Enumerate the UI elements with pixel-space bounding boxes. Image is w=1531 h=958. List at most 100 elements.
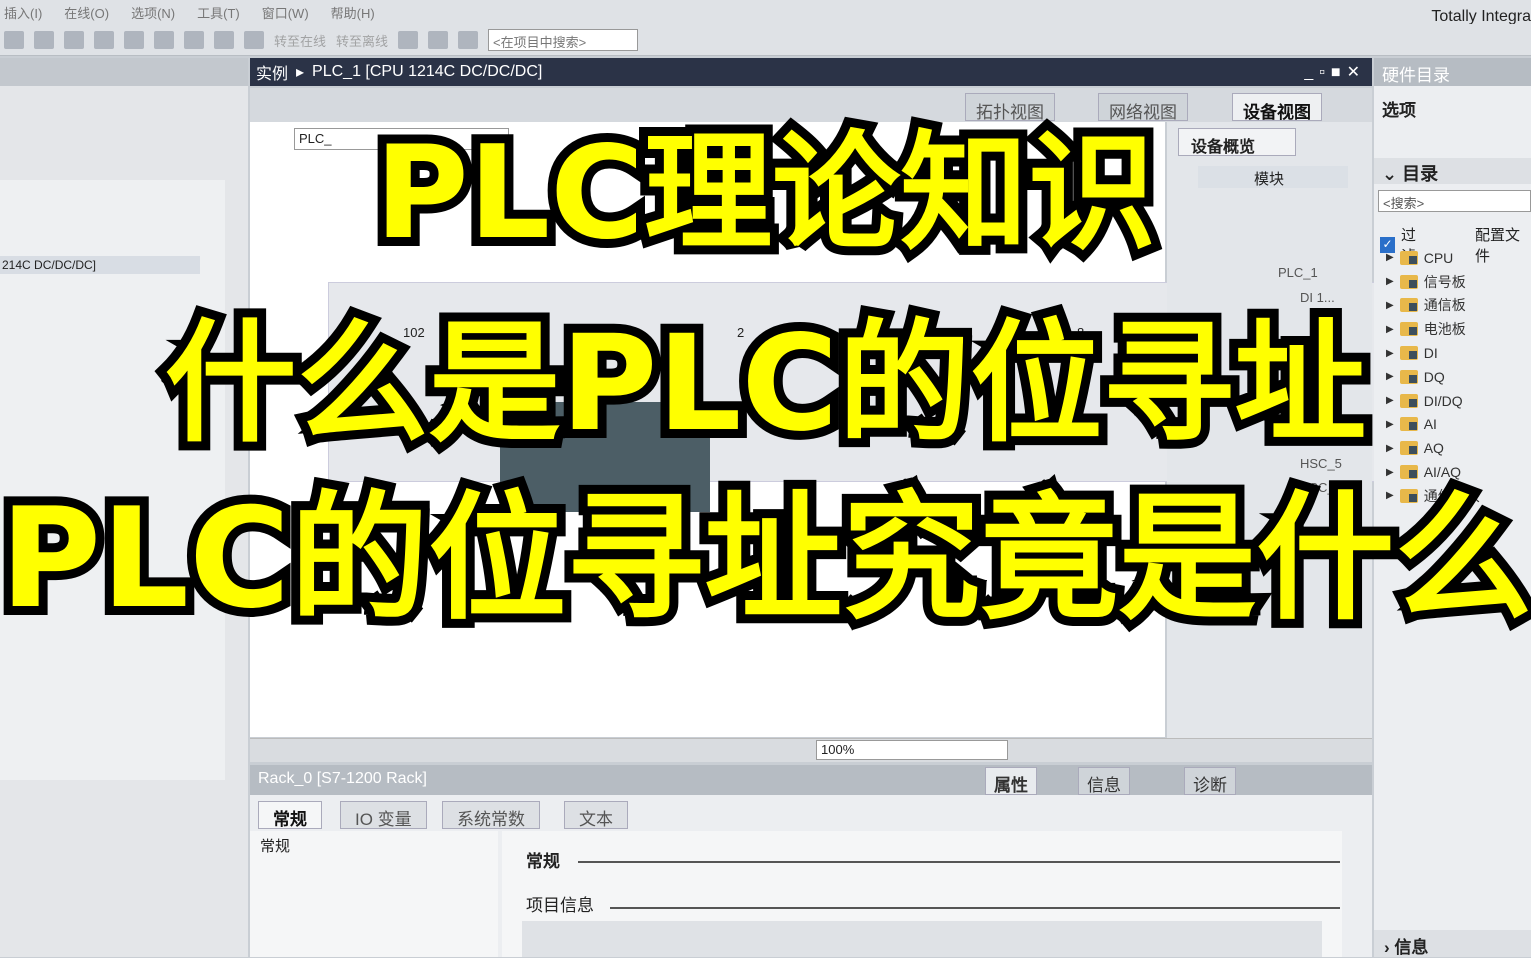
property-content: 常规 项目信息 <box>502 831 1342 957</box>
tree-item-general[interactable]: 常规 <box>260 835 290 856</box>
expand-arrow-icon[interactable]: ▶ <box>1386 443 1394 454</box>
catalog-item-label: DI/DQ <box>1423 392 1463 409</box>
undo-icon[interactable] <box>124 30 144 49</box>
slot-label: 102 <box>403 325 425 340</box>
split-vertical-icon[interactable] <box>458 30 479 49</box>
expand-arrow-icon[interactable]: ▶ <box>1386 490 1394 501</box>
catalog-item[interactable]: ▶ AQ <box>1386 436 1480 460</box>
expand-arrow-icon[interactable]: ▶ <box>1386 300 1394 311</box>
catalog-item[interactable]: ▶ 信号板 <box>1386 270 1480 294</box>
split-horizontal-icon[interactable] <box>428 30 449 49</box>
redo-icon[interactable] <box>154 30 174 49</box>
catalog-item[interactable]: ▶ DI <box>1386 341 1480 365</box>
download-icon[interactable] <box>214 30 234 49</box>
menu-tools[interactable]: 工具(T) <box>197 3 240 22</box>
info-section[interactable]: › 信息 <box>1374 930 1531 957</box>
catalog-list: ▶ CPU ▶ 信号板 ▶ 通信板 ▶ 电池板 ▶ DI ▶ DQ ▶ DI/DQ ▶ AI ▶ AQ ▶ AI/AQ… <box>1386 246 1480 508</box>
chevron-right-icon: › <box>1384 938 1395 957</box>
tab-texts[interactable]: 文本 <box>564 801 628 829</box>
tab-io-tags[interactable]: IO 变量 <box>340 801 427 829</box>
overview-row[interactable]: PLC_1 <box>1278 265 1318 280</box>
folder-icon <box>1399 298 1418 313</box>
menu-help[interactable]: 帮助(H) <box>331 3 375 22</box>
menu-insert[interactable]: 插入(I) <box>4 3 42 22</box>
project-tree[interactable]: 214C DC/DC/DC] <box>0 180 225 780</box>
overview-row[interactable]: HSC_6 <box>1300 480 1342 495</box>
breadcrumb-separator-icon: ▸ <box>296 64 305 81</box>
catalog-item-label: 通信模块 <box>1423 487 1480 504</box>
tab-system-constants[interactable]: 系统常数 <box>442 801 540 829</box>
project-tree-panel: 214C DC/DC/DC] <box>0 58 248 957</box>
catalog-item[interactable]: ▶ AI/AQ <box>1386 460 1480 484</box>
column-module[interactable]: 模块 <box>1254 171 1284 188</box>
editor-title-bar: 实例 ▸ PLC_1 [CPU 1214C DC/DC/DC] _▫■✕ <box>250 58 1372 86</box>
info-label: 信息 <box>1394 938 1429 957</box>
device-select[interactable]: PLC_ <box>294 128 509 150</box>
accessible-devices-icon[interactable] <box>398 30 419 49</box>
breadcrumb-root[interactable]: 实例 <box>256 60 288 84</box>
expand-arrow-icon[interactable]: ▶ <box>1386 276 1394 287</box>
catalog-item[interactable]: ▶ CPU <box>1386 246 1480 270</box>
tab-device-overview[interactable]: 设备概览 <box>1178 128 1296 156</box>
catalog-label: 目录 <box>1402 164 1439 184</box>
expand-arrow-icon[interactable]: ▶ <box>1386 371 1394 382</box>
folder-icon <box>1399 250 1418 265</box>
folder-icon <box>1399 393 1418 408</box>
toolbar: 转至在线 转至离线 <在项目中搜索> <box>0 24 1531 56</box>
chevron-down-icon: ⌄ <box>1382 164 1403 184</box>
tab-diagnostics[interactable]: 诊断 <box>1184 767 1236 795</box>
menu-online[interactable]: 在线(O) <box>64 3 109 22</box>
tab-properties[interactable]: 属性 <box>985 767 1037 795</box>
section-project-info: 项目信息 <box>526 896 594 915</box>
window-controls[interactable]: _▫■✕ <box>1304 62 1366 82</box>
folder-icon <box>1399 346 1418 361</box>
copy-icon[interactable] <box>34 30 54 49</box>
upload-icon[interactable] <box>244 30 264 49</box>
zoom-select[interactable]: 100% <box>816 740 1008 760</box>
tab-info[interactable]: 信息 <box>1078 767 1130 795</box>
expand-arrow-icon[interactable]: ▶ <box>1386 348 1394 359</box>
horizontal-scrollbar[interactable] <box>250 738 1372 762</box>
catalog-item[interactable]: ▶ 电池板 <box>1386 317 1480 341</box>
catalog-item-label: AI/AQ <box>1423 464 1462 481</box>
catalog-item[interactable]: ▶ AI <box>1386 413 1480 437</box>
cut-icon[interactable] <box>4 30 24 49</box>
slot-label: 8 <box>1077 325 1085 340</box>
device-view-canvas[interactable]: PLC_ 102 2 6 8 <box>250 122 1388 737</box>
overview-row[interactable]: HSC_5 <box>1300 456 1342 471</box>
overview-row[interactable]: DI 1... <box>1300 290 1335 305</box>
catalog-item-label: AI <box>1423 416 1437 433</box>
catalog-section[interactable]: ⌄ 目录 <box>1374 158 1531 184</box>
cpu-module[interactable] <box>500 402 710 512</box>
tab-general[interactable]: 常规 <box>258 801 322 829</box>
expand-arrow-icon[interactable]: ▶ <box>1386 252 1394 263</box>
catalog-item[interactable]: ▶ 通信模块 <box>1386 484 1480 508</box>
overview-header: 模块 <box>1198 166 1348 188</box>
tab-topology-view[interactable]: 拓扑视图 <box>965 93 1055 122</box>
go-online-button[interactable]: 转至在线 <box>274 31 326 49</box>
breadcrumb-device[interactable]: PLC_1 [CPU 1214C DC/DC/DC] <box>312 63 542 81</box>
catalog-item-label: DQ <box>1423 368 1445 385</box>
go-offline-button[interactable]: 转至离线 <box>336 31 388 49</box>
catalog-item[interactable]: ▶ DQ <box>1386 365 1480 389</box>
expand-arrow-icon[interactable]: ▶ <box>1386 395 1394 406</box>
catalog-search-input[interactable]: <搜索> <box>1378 190 1531 212</box>
catalog-item-label: AQ <box>1423 440 1444 457</box>
project-search-input[interactable]: <在项目中搜索> <box>488 28 639 51</box>
compile-icon[interactable] <box>184 30 204 49</box>
menu-options[interactable]: 选项(N) <box>131 3 175 22</box>
device-overview-panel <box>1167 122 1372 762</box>
catalog-item-label: DI <box>1423 345 1438 362</box>
catalog-item[interactable]: ▶ DI/DQ <box>1386 389 1480 413</box>
tab-network-view[interactable]: 网络视图 <box>1098 93 1188 122</box>
expand-arrow-icon[interactable]: ▶ <box>1386 419 1394 430</box>
catalog-item[interactable]: ▶ 通信板 <box>1386 294 1480 318</box>
menu-window[interactable]: 窗口(W) <box>262 3 309 22</box>
delete-icon[interactable] <box>94 30 114 49</box>
expand-arrow-icon[interactable]: ▶ <box>1386 467 1394 478</box>
expand-arrow-icon[interactable]: ▶ <box>1386 324 1394 335</box>
profile-label: 配置文件 <box>1474 227 1520 265</box>
tree-item-plc[interactable]: 214C DC/DC/DC] <box>0 256 200 274</box>
paste-icon[interactable] <box>64 30 84 49</box>
tab-device-view[interactable]: 设备视图 <box>1232 93 1322 122</box>
